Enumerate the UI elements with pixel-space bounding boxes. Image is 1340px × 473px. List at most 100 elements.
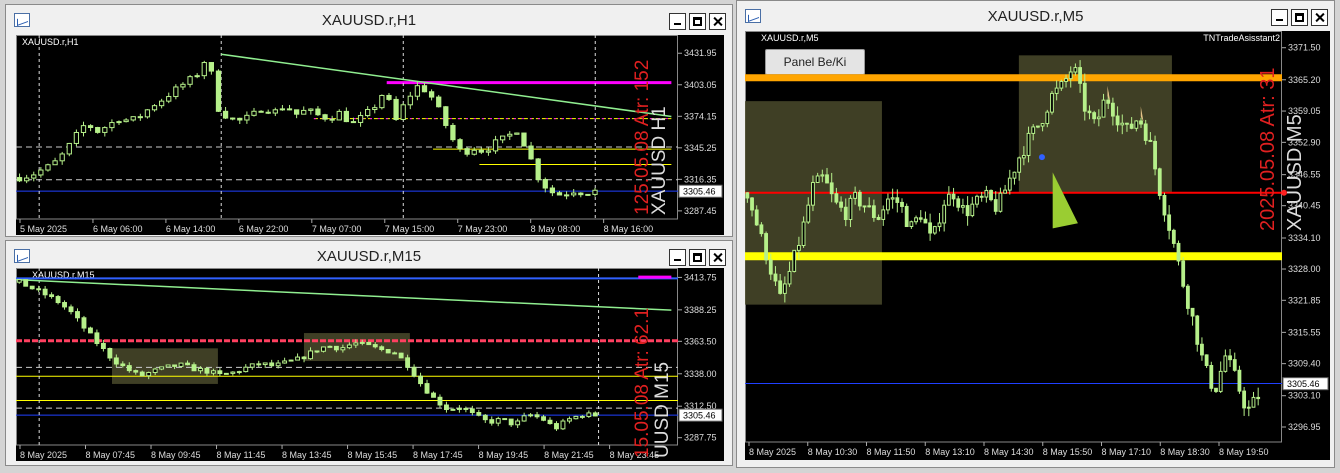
candle-body — [95, 126, 101, 133]
chart-area-m15[interactable]: XAUUSD.r,M15 3413.75 3388.25 3363.50 3338.0… — [16, 268, 724, 461]
time-tick-label: 8 May 14:30 — [984, 447, 1034, 457]
candle-body — [1082, 82, 1087, 112]
candle-body — [1209, 365, 1214, 389]
price-tick-label: 3363.50 — [684, 336, 717, 346]
candle-body — [900, 201, 904, 207]
candle-body — [68, 306, 74, 313]
candle-body — [137, 116, 143, 119]
candle-body — [485, 150, 492, 153]
titlebar-h1[interactable]: XAUUSD.r,H1 — [6, 5, 732, 35]
maximize-button[interactable] — [689, 249, 706, 266]
candle-body — [443, 106, 449, 126]
candle-body — [1120, 122, 1125, 126]
candle-body — [476, 412, 482, 416]
candle-body — [123, 119, 129, 123]
candle-body — [1223, 355, 1228, 372]
candle-body — [236, 371, 242, 374]
candle-body — [745, 192, 750, 199]
candle-body — [923, 218, 928, 224]
candle-body — [436, 96, 442, 108]
price-tick-label: 3316.35 — [684, 174, 717, 184]
minimize-button[interactable] — [669, 13, 686, 30]
candle-body — [204, 367, 210, 374]
time-tick-label: 8 May 19:45 — [479, 450, 529, 460]
candle-body — [359, 341, 365, 344]
candle-body — [792, 249, 797, 272]
candle-body — [52, 160, 58, 166]
price-tick-label: 3303.10 — [1288, 391, 1321, 401]
candle-body — [1003, 189, 1008, 194]
chart-area-m5[interactable]: XAUUSD.r,M5 TNTradeAsisstant2 Panel Be/K… — [745, 31, 1330, 460]
minimize-button[interactable] — [1271, 9, 1288, 26]
time-tick-label: 8 May 18:30 — [1160, 447, 1210, 457]
candle-body — [275, 362, 281, 367]
candle-body — [961, 205, 965, 208]
time-tick-label: 8 May 13:45 — [282, 450, 332, 460]
candle-body — [1167, 214, 1172, 231]
candle-body — [87, 125, 94, 128]
time-tick-label: 8 May 2025 — [20, 450, 67, 460]
price-tick-label: 3338.00 — [684, 369, 717, 379]
price-tick-label: 3413.75 — [684, 272, 717, 282]
candle-body — [322, 114, 328, 120]
candle-body — [937, 222, 942, 228]
candle-body — [243, 366, 249, 373]
chart-area-h1[interactable]: XAUUSD.r,H1 3431.95 3403.05 3374.15 3345.25… — [16, 35, 724, 235]
candle-body — [1092, 112, 1097, 120]
candle-body — [890, 197, 895, 200]
candle-body — [55, 296, 61, 304]
time-tick-label: 8 May 15:50 — [1043, 447, 1093, 457]
close-button[interactable] — [1311, 9, 1328, 26]
candle-body — [286, 108, 293, 111]
candle-body — [249, 363, 255, 368]
candle-body — [502, 418, 508, 421]
titlebar-m15[interactable]: XAUUSD.r,M15 — [6, 241, 732, 271]
candle-body — [1232, 359, 1237, 371]
maximize-button[interactable] — [1291, 9, 1308, 26]
candle-body — [185, 362, 190, 366]
candle-body — [407, 95, 413, 106]
candle-body — [379, 94, 385, 109]
price-tick-label: 3431.95 — [684, 48, 717, 58]
candle-body — [29, 285, 35, 290]
candle-body — [23, 279, 29, 287]
candle-body — [450, 124, 456, 141]
close-button[interactable] — [709, 249, 726, 266]
candle-body — [151, 105, 158, 111]
titlebar-m5[interactable]: XAUUSD.r,M5 — [737, 1, 1334, 31]
candle-body — [998, 192, 1003, 212]
candle-body — [265, 111, 271, 114]
candle-body — [1204, 354, 1209, 367]
candle-body — [1068, 71, 1073, 80]
price-tick-label: 3315.55 — [1288, 327, 1321, 337]
candle-body — [386, 94, 392, 100]
minimize-button[interactable] — [669, 249, 686, 266]
candle-body — [230, 371, 236, 374]
candle-body — [62, 302, 67, 308]
candle-body — [1228, 355, 1232, 361]
candle-body — [222, 110, 229, 119]
candle-body — [1064, 78, 1068, 82]
candle-body — [59, 153, 65, 162]
candle-body — [1110, 102, 1115, 117]
maximize-button[interactable] — [689, 13, 706, 30]
symbol-overlay-text: UUSD M15 — [652, 362, 673, 458]
candle-body — [857, 191, 862, 207]
close-button[interactable] — [709, 13, 726, 30]
current-price-label: 3305.46 — [683, 187, 716, 197]
candle-body — [528, 414, 534, 417]
candle-body — [321, 346, 326, 352]
candle-body — [272, 109, 278, 114]
candle-body — [237, 117, 243, 121]
candle-body — [301, 109, 307, 115]
time-tick-label: 8 May 11:45 — [217, 450, 266, 460]
candle-body — [979, 195, 984, 198]
candle-body — [1106, 99, 1111, 104]
symbol-overlay-text: XAUUSD M5 — [1284, 114, 1306, 231]
candle-body — [1012, 171, 1017, 179]
candle-body — [350, 121, 357, 124]
candle-body — [534, 414, 540, 418]
candle-body — [31, 174, 37, 179]
candle-body — [107, 347, 113, 359]
candle-body — [928, 222, 933, 234]
